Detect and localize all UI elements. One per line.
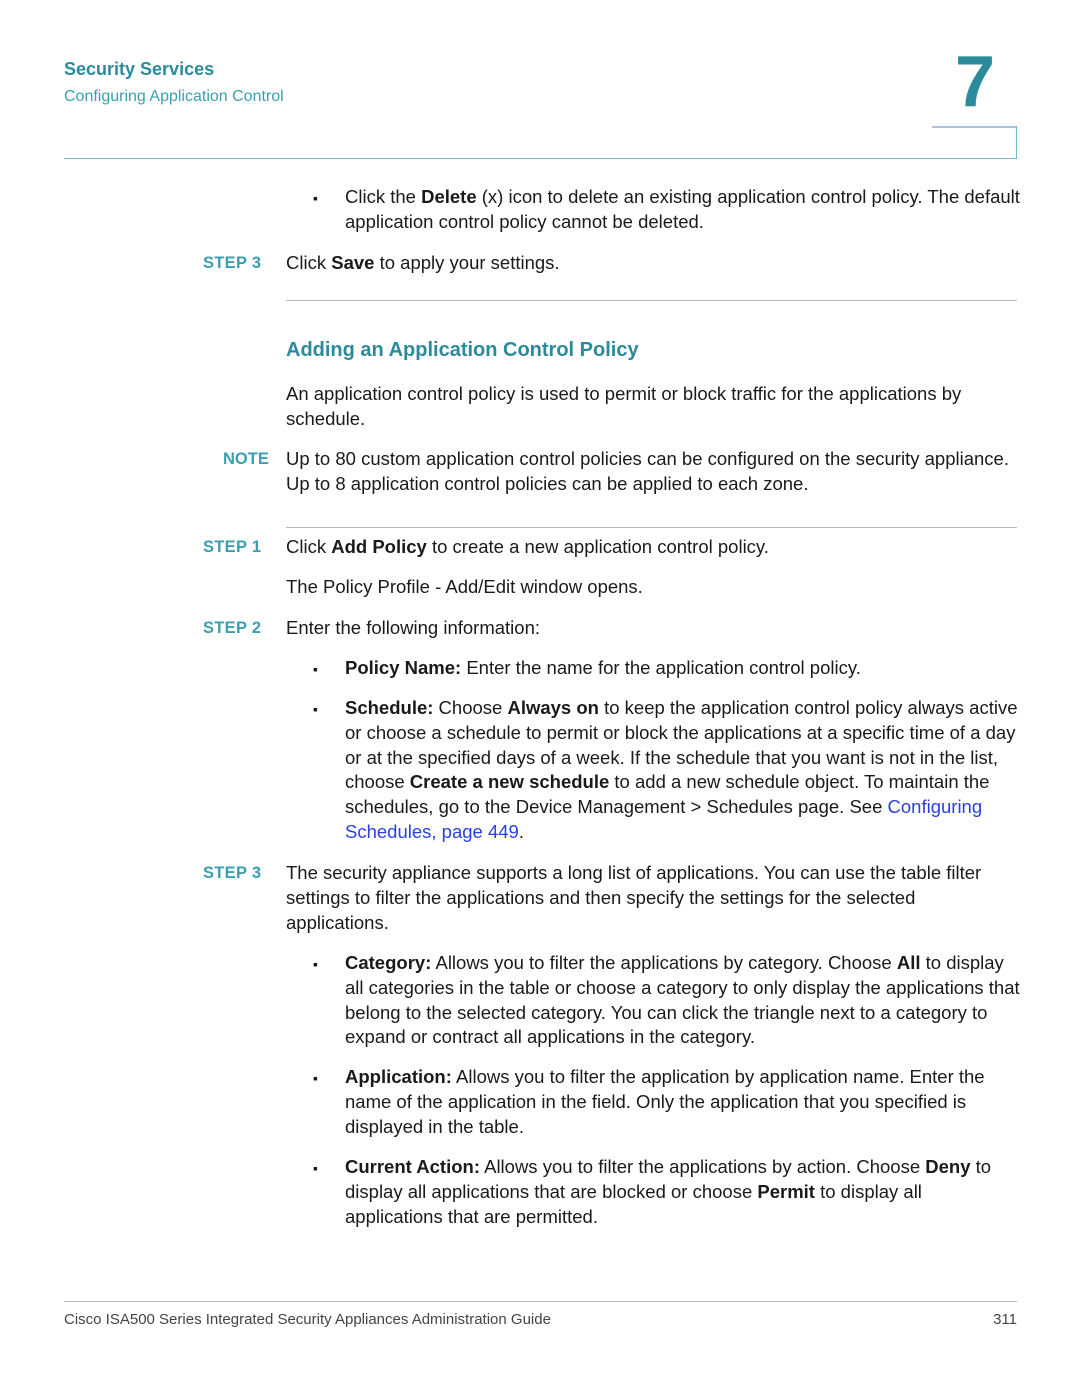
category-bullet: Category: Allows you to filter the appli… <box>345 951 1020 1050</box>
section-heading: Adding an Application Control Policy <box>286 339 639 361</box>
page-number: 311 <box>993 1311 1017 1328</box>
chapter-number: 7 <box>955 42 996 122</box>
note-label: NOTE <box>223 450 269 468</box>
text-run: Choose <box>433 697 508 718</box>
section-subtitle: Configuring Application Control <box>64 88 284 105</box>
step-label: STEP 3 <box>203 864 262 882</box>
step-label: STEP 1 <box>203 538 262 556</box>
section-intro: An application control policy is used to… <box>286 383 962 429</box>
delete-bullet-text: Click the Delete (x) icon to delete an e… <box>345 185 1020 235</box>
chapter-title: Security Services <box>64 59 215 79</box>
step-followup: The Policy Profile - Add/Edit window ope… <box>286 576 643 597</box>
header-rule <box>64 158 1017 159</box>
step-label: STEP 3 <box>203 254 262 272</box>
bold-term: Schedule: <box>345 697 434 718</box>
steps-divider <box>286 527 1017 528</box>
current-action-bullet: Current Action: Allows you to filter the… <box>345 1155 1020 1229</box>
bold-term: Application: <box>345 1066 452 1087</box>
bold-term: Create a new schedule <box>409 771 610 793</box>
bold-term: Category: <box>345 952 432 973</box>
bold-term: Current Action: <box>345 1156 480 1177</box>
text-run: Enter the name for the application contr… <box>461 657 861 678</box>
bold-term: Delete <box>421 186 477 207</box>
schedule-bullet: Schedule: Choose Always on to keep the a… <box>345 696 1020 845</box>
bullet-marker: ▪ <box>313 1070 318 1086</box>
text-run: . <box>518 820 524 842</box>
footer-rule <box>64 1301 1017 1302</box>
bullet-marker: ▪ <box>313 956 318 972</box>
header-box-right-rule <box>1016 126 1017 159</box>
note-text: Up to 80 custom application control poli… <box>286 448 1009 494</box>
text-run: Click the <box>345 186 422 207</box>
text-run: Allows you to filter the applications by… <box>431 952 897 973</box>
bold-term: All <box>896 952 921 973</box>
header-box-top-rule <box>932 126 1017 128</box>
bullet-marker: ▪ <box>313 661 318 677</box>
text-run: to apply your settings. <box>374 252 560 273</box>
bullet-marker: ▪ <box>313 1160 318 1176</box>
step-text: Click Save to apply your settings. <box>286 251 1021 276</box>
text-run: to create a new application control poli… <box>426 536 769 557</box>
step-label: STEP 2 <box>203 619 262 637</box>
bold-term: Deny <box>925 1156 971 1177</box>
section-divider <box>286 300 1017 301</box>
text-run: Click <box>286 536 332 557</box>
text-run: Allows you to filter the applications by… <box>479 1156 926 1177</box>
policy-name-bullet: Policy Name: Enter the name for the appl… <box>345 656 1020 681</box>
step-text: Click Add Policy to create a new applica… <box>286 535 1021 560</box>
step-text: The security appliance supports a long l… <box>286 862 982 933</box>
bold-term: Save <box>331 252 375 273</box>
footer-guide-title: Cisco ISA500 Series Integrated Security … <box>64 1311 551 1328</box>
application-bullet: Application: Allows you to filter the ap… <box>345 1065 1020 1139</box>
bold-term: Permit <box>757 1180 815 1202</box>
bold-term: Always on <box>507 697 599 718</box>
text-run: Click <box>286 252 332 273</box>
bold-term: Add Policy <box>331 536 427 557</box>
bullet-marker: ▪ <box>313 701 318 717</box>
bullet-marker: ▪ <box>313 190 318 206</box>
bold-term: Policy Name: <box>345 657 462 678</box>
step-text: Enter the following information: <box>286 617 540 638</box>
